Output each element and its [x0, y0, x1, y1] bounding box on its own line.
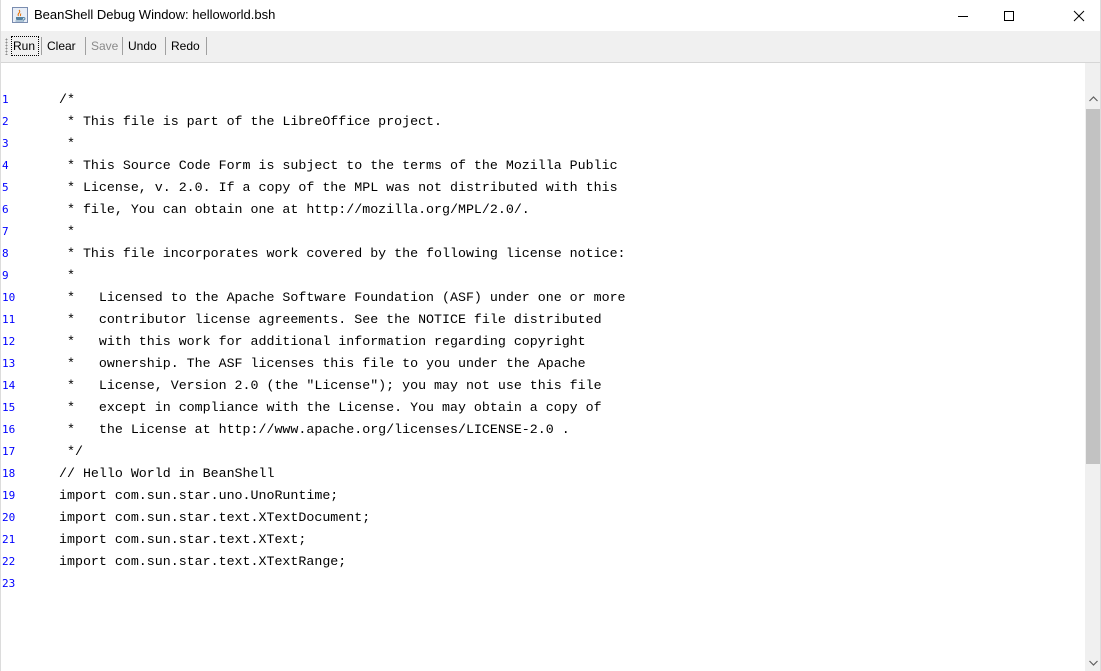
code-line[interactable]: * the License at http://www.apache.org/l… — [59, 419, 570, 441]
line-number: 15 — [2, 401, 16, 414]
line-number-gutter: 1 2 3 4 5 6 7 8 9 10 11 12 13 14 15 16 1… — [1, 63, 47, 671]
chevron-down-icon — [1089, 660, 1098, 666]
line-number: 16 — [2, 423, 16, 436]
clear-button[interactable]: Clear — [45, 36, 78, 56]
toolbar-separator — [122, 37, 123, 55]
code-line[interactable]: * with this work for additional informat… — [59, 331, 586, 353]
code-line[interactable]: * This file incorporates work covered by… — [59, 243, 626, 265]
line-number: 10 — [2, 291, 16, 304]
code-line[interactable]: /* — [59, 89, 75, 111]
line-number: 14 — [2, 379, 16, 392]
line-number: 23 — [2, 577, 16, 590]
toolbar-grip-handle[interactable] — [5, 38, 8, 55]
window-title: BeanShell Debug Window: helloworld.bsh — [34, 7, 276, 22]
vertical-scrollbar[interactable] — [1085, 63, 1100, 671]
close-button[interactable] — [1056, 0, 1100, 31]
code-editor[interactable]: 1 2 3 4 5 6 7 8 9 10 11 12 13 14 15 16 1… — [1, 63, 1100, 671]
code-line[interactable]: * except in compliance with the License.… — [59, 397, 602, 419]
line-number: 18 — [2, 467, 16, 480]
code-line[interactable]: * License, Version 2.0 (the "License"); … — [59, 375, 602, 397]
code-line[interactable]: * file, You can obtain one at http://moz… — [59, 199, 530, 221]
line-number: 7 — [2, 225, 9, 238]
code-line[interactable]: * Licensed to the Apache Software Founda… — [59, 287, 626, 309]
maximize-icon — [1004, 10, 1014, 21]
toolbar-separator — [206, 37, 207, 55]
code-line[interactable]: import com.sun.star.text.XTextRange; — [59, 551, 346, 573]
line-number: 20 — [2, 511, 16, 524]
code-line[interactable]: * License, v. 2.0. If a copy of the MPL … — [59, 177, 618, 199]
close-icon — [1073, 10, 1085, 21]
code-line[interactable]: * This file is part of the LibreOffice p… — [59, 111, 442, 133]
code-line[interactable]: */ — [59, 441, 83, 463]
code-line[interactable]: * This Source Code Form is subject to th… — [59, 155, 618, 177]
code-line[interactable]: * contributor license agreements. See th… — [59, 309, 602, 331]
line-number: 5 — [2, 181, 9, 194]
line-number: 8 — [2, 247, 9, 260]
toolbar: Run Clear Save Undo Redo — [1, 31, 1100, 63]
java-cup-icon — [12, 7, 28, 23]
scroll-up-button[interactable] — [1085, 90, 1100, 107]
code-line[interactable]: * ownership. The ASF licenses this file … — [59, 353, 586, 375]
toolbar-separator — [85, 37, 86, 55]
line-number: 21 — [2, 533, 16, 546]
minimize-button[interactable] — [940, 0, 986, 31]
code-line[interactable]: import com.sun.star.text.XText; — [59, 529, 306, 551]
line-number: 22 — [2, 555, 16, 568]
line-number: 17 — [2, 445, 16, 458]
line-number: 9 — [2, 269, 9, 282]
line-number: 13 — [2, 357, 16, 370]
maximize-button[interactable] — [986, 0, 1032, 31]
code-line[interactable]: * — [59, 265, 75, 287]
undo-button[interactable]: Undo — [126, 36, 159, 56]
line-number: 3 — [2, 137, 9, 150]
save-button[interactable]: Save — [89, 36, 120, 56]
code-line[interactable]: // Hello World in BeanShell — [59, 463, 274, 485]
code-line[interactable]: * — [59, 221, 75, 243]
line-number: 12 — [2, 335, 16, 348]
line-number: 1 — [2, 93, 9, 106]
code-line[interactable]: import com.sun.star.uno.UnoRuntime; — [59, 485, 338, 507]
chevron-up-icon — [1089, 95, 1098, 101]
run-button[interactable]: Run — [11, 36, 39, 56]
toolbar-separator — [165, 37, 166, 55]
code-line[interactable]: import com.sun.star.text.XTextDocument; — [59, 507, 370, 529]
minimize-icon — [958, 15, 968, 17]
line-number: 19 — [2, 489, 16, 502]
line-number: 2 — [2, 115, 9, 128]
scrollbar-thumb[interactable] — [1086, 109, 1100, 464]
scroll-down-button[interactable] — [1085, 654, 1100, 671]
code-line[interactable]: * — [59, 133, 75, 155]
beanshell-debug-window: BeanShell Debug Window: helloworld.bsh R… — [0, 0, 1101, 671]
line-number: 4 — [2, 159, 9, 172]
title-bar[interactable]: BeanShell Debug Window: helloworld.bsh — [1, 0, 1100, 31]
line-number: 6 — [2, 203, 9, 216]
toolbar-separator — [41, 37, 42, 55]
redo-button[interactable]: Redo — [169, 36, 202, 56]
line-number: 11 — [2, 313, 16, 326]
